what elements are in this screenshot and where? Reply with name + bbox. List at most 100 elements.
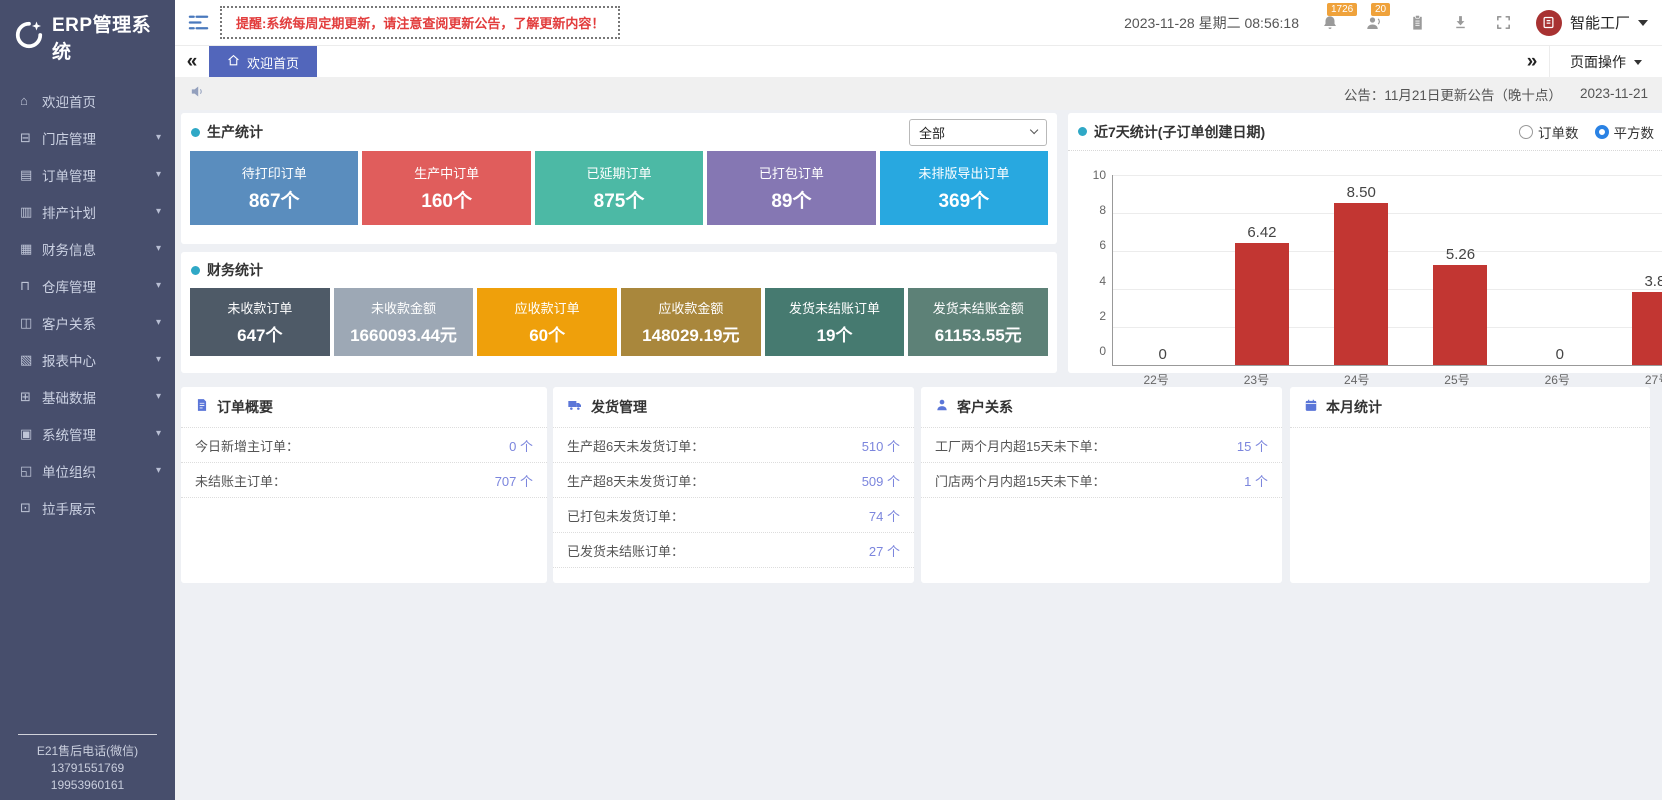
stat-card-value: 647个 <box>237 321 282 346</box>
sidebar-footer: E21售后电话(微信) 13791551769 19953960161 <box>0 734 175 794</box>
stat-card[interactable]: 生产中订单 160个 <box>362 151 530 225</box>
sidebar-item-icon: ⊞ <box>20 389 42 405</box>
support-label: E21售后电话(微信) <box>0 743 175 760</box>
panel-title: 客户关系 <box>957 397 1013 417</box>
stat-card-value: 148029.19元 <box>642 321 739 346</box>
account-menu[interactable]: 智能工厂 <box>1536 10 1648 36</box>
radio-label: 平方数 <box>1614 122 1655 142</box>
sidebar-item-label: 排产计划 <box>42 202 156 222</box>
chevron-down-icon: ▾ <box>156 391 161 402</box>
chart-metric-radios: 订单数 平方数 <box>1519 122 1654 142</box>
stat-card[interactable]: 已延期订单 875个 <box>535 151 703 225</box>
stat-row: 今日新增主订单： 0 个 <box>181 428 547 463</box>
chart-bar[interactable] <box>1235 243 1289 365</box>
stat-card[interactable]: 未排版导出订单 369个 <box>880 151 1048 225</box>
bar-chart: 1086420 06.428.505.2603.830 <box>1068 151 1662 366</box>
stat-card[interactable]: 应收款金额 148029.19元 <box>621 288 761 356</box>
tabs-scroll-left[interactable]: « <box>175 46 209 78</box>
radio-label: 订单数 <box>1538 122 1579 142</box>
sidebar-item-icon: ◱ <box>20 463 42 479</box>
tabs-scroll-right[interactable]: » <box>1515 46 1549 78</box>
chevron-down-icon: ▾ <box>156 280 161 291</box>
metric-radio[interactable]: 平方数 <box>1595 122 1655 142</box>
speaker-icon <box>189 83 206 105</box>
stat-card[interactable]: 已打包订单 89个 <box>707 151 875 225</box>
stat-card-label: 已打包订单 <box>759 163 824 182</box>
bar-value-label: 3.83 <box>1644 273 1662 290</box>
sidebar-item-icon: ⊓ <box>20 278 42 294</box>
sidebar-item[interactable]: ▤ 订单管理 ▾ <box>0 156 175 193</box>
tab-welcome-home[interactable]: 欢迎首页 <box>209 46 317 78</box>
sidebar-item[interactable]: ⊞ 基础数据 ▾ <box>0 378 175 415</box>
finance-stats-panel: 财务统计 未收款订单 647个 未收款金额 1660093.44元 应收款 <box>181 252 1057 373</box>
page-actions-label: 页面操作 <box>1570 52 1626 72</box>
chevron-down-icon: ▾ <box>156 206 161 217</box>
stat-value-link[interactable]: 509 个 <box>862 471 900 490</box>
sidebar-item[interactable]: ◫ 客户关系 ▾ <box>0 304 175 341</box>
x-tick-label: 25号 <box>1407 366 1507 388</box>
stat-value-link[interactable]: 15 个 <box>1237 436 1268 455</box>
stat-value-link[interactable]: 1 个 <box>1244 471 1268 490</box>
production-stats-title: 生产统计 <box>207 122 263 142</box>
bar-value-label: 0 <box>1556 346 1564 363</box>
announcement-link[interactable]: 公告：11月21日更新公告（晚十点） <box>1344 84 1562 104</box>
monthly-stats-panel: 本月统计 <box>1290 387 1650 583</box>
sidebar-item-label: 单位组织 <box>42 461 156 481</box>
sidebar-item-icon: ▣ <box>20 426 42 442</box>
sidebar: ERP管理系统 ⌂ 欢迎首页 ⊟ 门店管理 ▾ ▤ 订单管理 <box>0 0 175 800</box>
stat-row: 生产超8天未发货订单： 509 个 <box>553 463 914 498</box>
sidebar-item[interactable]: ▥ 排产计划 ▾ <box>0 193 175 230</box>
collapse-menu-icon[interactable] <box>187 11 210 34</box>
metric-radio[interactable]: 订单数 <box>1519 122 1579 142</box>
sidebar-item[interactable]: ⌂ 欢迎首页 <box>0 82 175 119</box>
bell-badge: 1726 <box>1327 3 1357 16</box>
chart-bar[interactable] <box>1433 265 1487 365</box>
sidebar-item[interactable]: ▣ 系统管理 ▾ <box>0 415 175 452</box>
y-tick-label: 8 <box>1099 203 1106 217</box>
panel-title: 本月统计 <box>1326 397 1382 417</box>
stat-value-link[interactable]: 74 个 <box>869 506 900 525</box>
chart-bar[interactable] <box>1334 203 1388 365</box>
fullscreen-icon[interactable] <box>1495 14 1512 31</box>
x-tick-label: 22号 <box>1106 366 1206 388</box>
sidebar-item[interactable]: ▦ 财务信息 ▾ <box>0 230 175 267</box>
production-filter-value: 全部 <box>919 123 945 142</box>
stat-card[interactable]: 待打印订单 867个 <box>190 151 358 225</box>
stat-card-value: 61153.55元 <box>935 321 1022 346</box>
stat-label: 未结账主订单： <box>195 471 286 490</box>
stat-card[interactable]: 未收款订单 647个 <box>190 288 330 356</box>
chart-bar[interactable] <box>1632 292 1662 365</box>
stat-card[interactable]: 发货未结账金额 61153.55元 <box>908 288 1048 356</box>
sidebar-item[interactable]: ◱ 单位组织 ▾ <box>0 452 175 489</box>
stat-card-value: 160个 <box>421 186 472 213</box>
stat-card-value: 19个 <box>817 321 853 346</box>
stat-card-label: 待打印订单 <box>242 163 307 182</box>
sidebar-item[interactable]: ⊟ 门店管理 ▾ <box>0 119 175 156</box>
sidebar-item[interactable]: ⊡ 拉手展示 <box>0 489 175 526</box>
chart-yaxis: 1086420 <box>1078 168 1112 358</box>
stat-value-link[interactable]: 27 个 <box>869 541 900 560</box>
account-name: 智能工厂 <box>1570 12 1630 33</box>
clipboard-icon[interactable] <box>1409 14 1426 31</box>
stat-value-link[interactable]: 707 个 <box>495 471 533 490</box>
sidebar-item[interactable]: ▧ 报表中心 ▾ <box>0 341 175 378</box>
bar-value-label: 6.42 <box>1247 224 1276 241</box>
chevron-down-icon: ▾ <box>156 132 161 143</box>
announcement-bar: 公告：11月21日更新公告（晚十点） 2023-11-21 <box>175 77 1662 110</box>
notification-bell-icon[interactable]: 1726 <box>1321 14 1339 32</box>
stat-value-link[interactable]: 510 个 <box>862 436 900 455</box>
sidebar-item[interactable]: ⊓ 仓库管理 ▾ <box>0 267 175 304</box>
page-actions-menu[interactable]: 页面操作 <box>1549 46 1662 78</box>
sidebar-item-label: 欢迎首页 <box>42 91 161 111</box>
y-tick-label: 0 <box>1099 344 1106 358</box>
stat-card[interactable]: 未收款金额 1660093.44元 <box>334 288 474 356</box>
message-user-icon[interactable]: 20 <box>1365 14 1383 32</box>
datetime-display: 2023-11-28 星期二 08:56:18 <box>1124 13 1299 33</box>
stat-card[interactable]: 发货未结账订单 19个 <box>765 288 905 356</box>
sidebar-item-label: 报表中心 <box>42 350 156 370</box>
stat-card[interactable]: 应收款订单 60个 <box>477 288 617 356</box>
download-icon[interactable] <box>1452 14 1469 31</box>
production-filter-select[interactable]: 全部 <box>909 119 1047 146</box>
section-bullet-icon <box>191 128 200 137</box>
stat-value-link[interactable]: 0 个 <box>509 436 533 455</box>
